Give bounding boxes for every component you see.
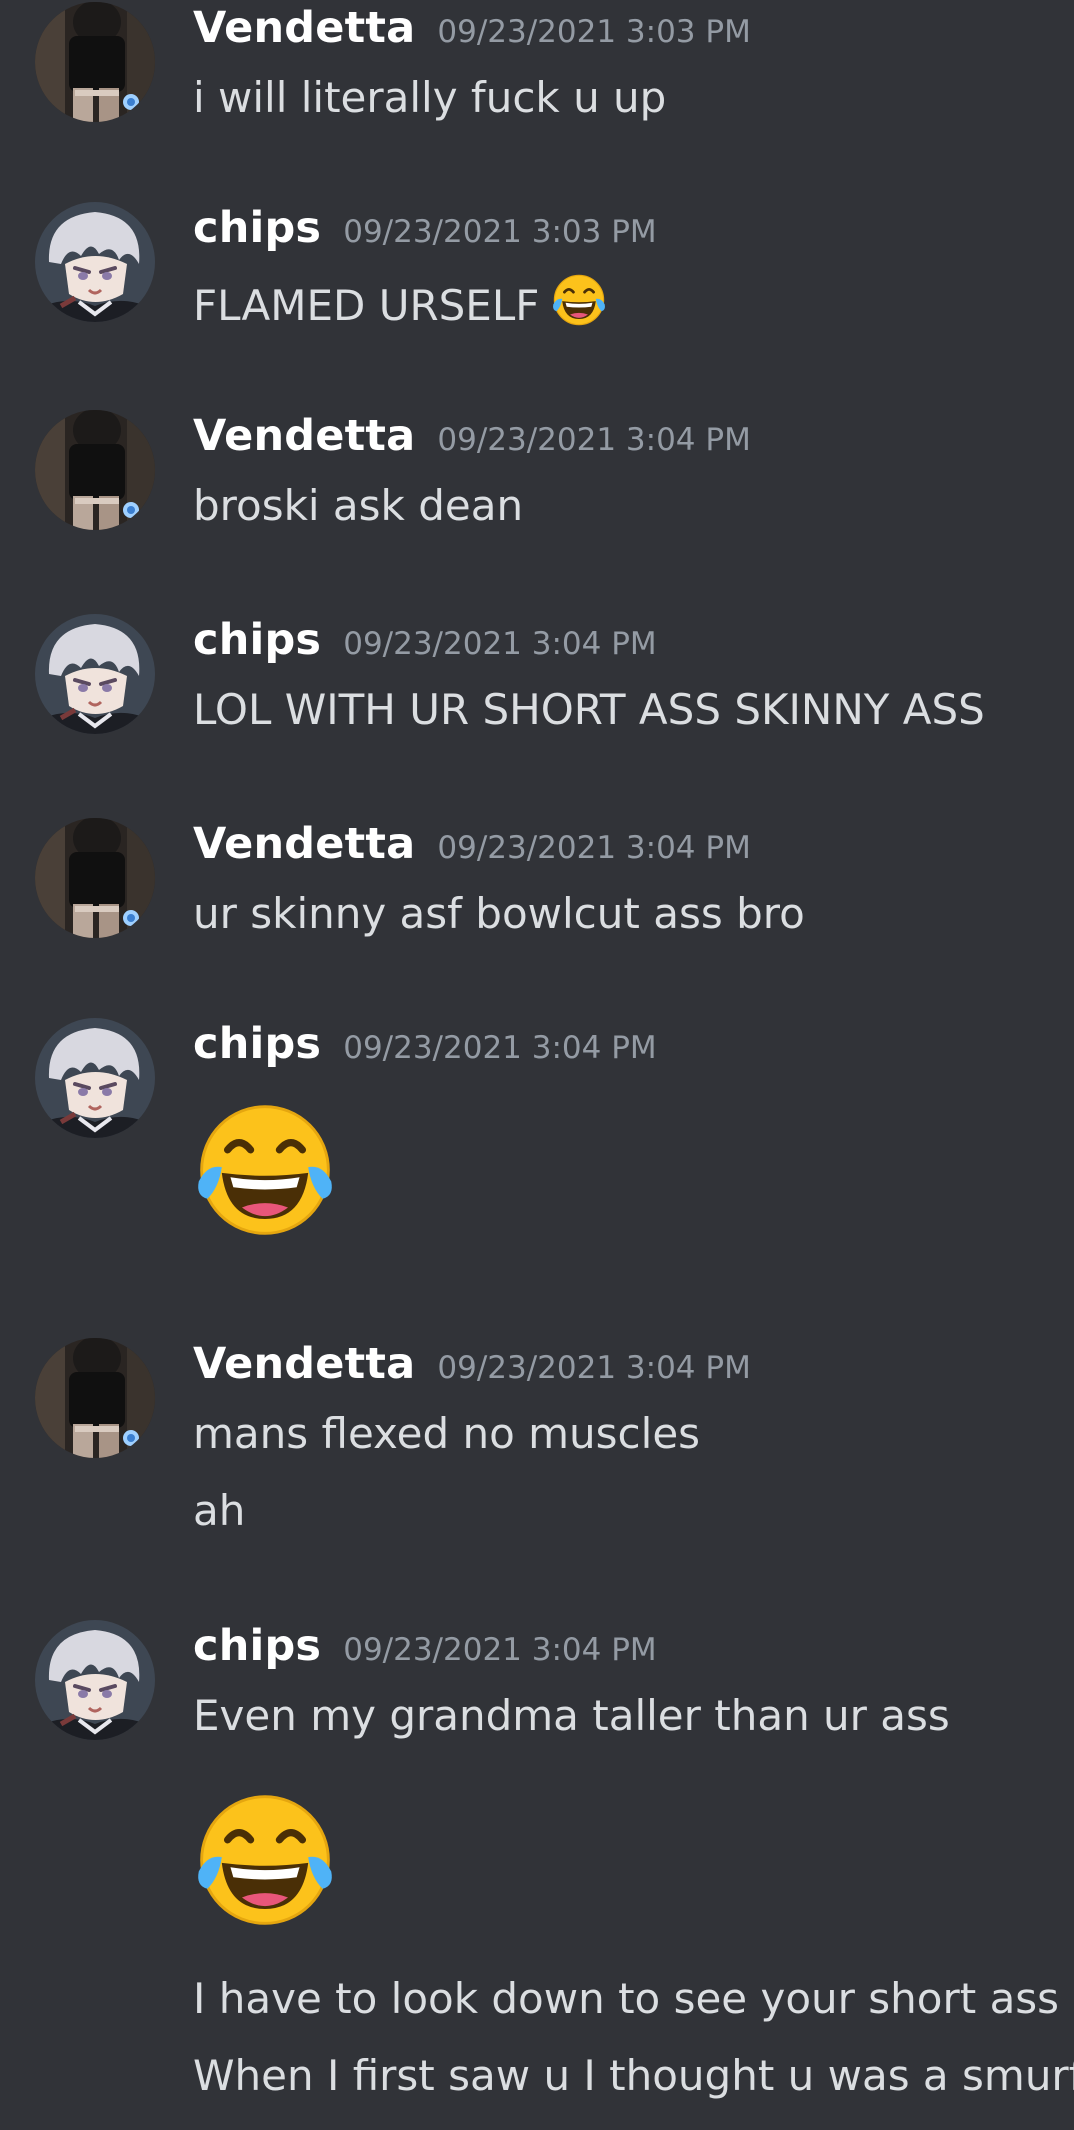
timestamp: 09/23/2021 3:04 PM xyxy=(437,422,751,458)
username[interactable]: chips xyxy=(193,203,321,253)
timestamp: 09/23/2021 3:04 PM xyxy=(343,626,657,662)
message-header: Vendetta 09/23/2021 3:04 PM xyxy=(193,408,751,464)
username[interactable]: chips xyxy=(193,1019,321,1069)
timestamp: 09/23/2021 3:04 PM xyxy=(437,830,751,866)
message-header: Vendetta 09/23/2021 3:04 PM xyxy=(193,1336,751,1392)
timestamp: 09/23/2021 3:04 PM xyxy=(437,1350,751,1386)
message-text: i will literally fuck u up xyxy=(193,73,667,122)
username[interactable]: chips xyxy=(193,1621,321,1671)
message-header: chips 09/23/2021 3:04 PM xyxy=(193,1618,657,1674)
vendetta-avatar[interactable] xyxy=(35,818,155,938)
chips-avatar[interactable] xyxy=(35,1620,155,1740)
chips-avatar[interactable] xyxy=(35,202,155,322)
message-line: FLAMED URSELF xyxy=(193,272,607,330)
message-text: Even my grandma taller than ur ass xyxy=(193,1691,950,1740)
username[interactable]: chips xyxy=(193,615,321,665)
message-text: FLAMED URSELF xyxy=(193,281,540,330)
message-text: I have to look down to see your short as… xyxy=(193,1974,1060,2023)
message-header: Vendetta 09/23/2021 3:04 PM xyxy=(193,816,751,872)
message-text: mans flexed no muscles xyxy=(193,1409,701,1458)
vendetta-avatar[interactable] xyxy=(35,1338,155,1458)
timestamp: 09/23/2021 3:04 PM xyxy=(343,1632,657,1668)
message-text: ur skinny asf bowlcut ass bro xyxy=(193,889,805,938)
timestamp: 09/23/2021 3:03 PM xyxy=(343,214,657,250)
face-with-tears-of-joy-icon xyxy=(551,272,607,328)
vendetta-avatar[interactable] xyxy=(35,2,155,122)
username[interactable]: Vendetta xyxy=(193,411,415,461)
message-text: LOL WITH UR SHORT ASS SKINNY ASS xyxy=(193,685,985,734)
message-header: chips 09/23/2021 3:04 PM xyxy=(193,1016,657,1072)
message-header: chips 09/23/2021 3:03 PM xyxy=(193,200,657,256)
message-header: chips 09/23/2021 3:04 PM xyxy=(193,612,657,668)
username[interactable]: Vendetta xyxy=(193,1339,415,1389)
message-text: ah xyxy=(193,1486,246,1535)
vendetta-avatar[interactable] xyxy=(35,410,155,530)
message-list: Vendetta 09/23/2021 3:03 PM i will litera… xyxy=(0,0,1074,2130)
timestamp: 09/23/2021 3:03 PM xyxy=(437,14,751,50)
chips-avatar[interactable] xyxy=(35,1018,155,1138)
timestamp: 09/23/2021 3:04 PM xyxy=(343,1030,657,1066)
face-with-tears-of-joy-icon xyxy=(193,1788,337,1932)
username[interactable]: Vendetta xyxy=(193,3,415,53)
message-text: When I first saw u I thought u was a smu… xyxy=(193,2051,1074,2100)
message-text: broski ask dean xyxy=(193,481,524,530)
face-with-tears-of-joy-icon xyxy=(193,1098,337,1242)
chips-avatar[interactable] xyxy=(35,614,155,734)
message-header: Vendetta 09/23/2021 3:03 PM xyxy=(193,0,751,56)
username[interactable]: Vendetta xyxy=(193,819,415,869)
